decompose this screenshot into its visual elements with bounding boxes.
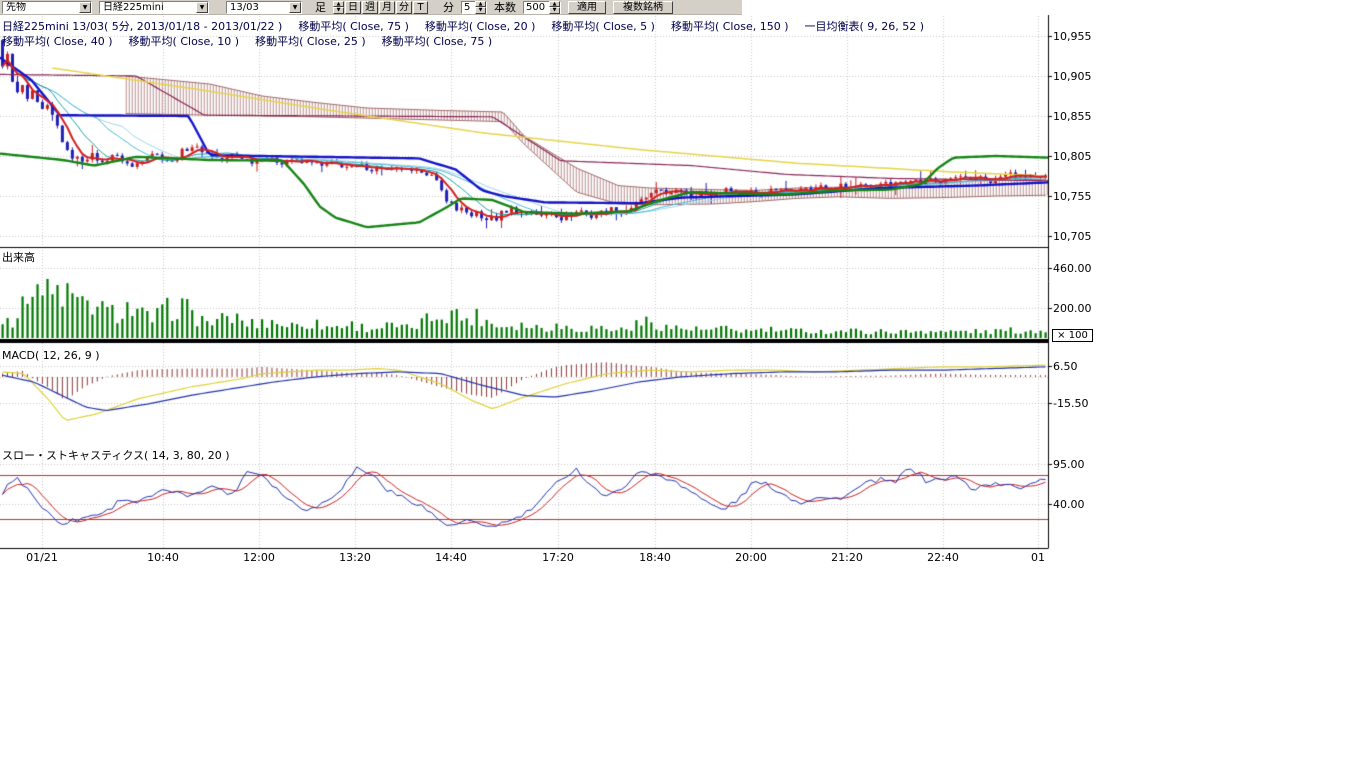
macd-panel-label: MACD( 12, 26, 9 ) <box>2 349 100 362</box>
legend-segment: 日経225mini 13/03( 5分, 2013/01/18 - 2013/0… <box>2 18 282 34</box>
chevron-down-icon[interactable]: ▼ <box>289 2 301 13</box>
legend-segment: 移動平均( Close, 20 ) <box>425 18 536 34</box>
time-axis-label: 01 <box>1031 551 1045 564</box>
macd-axis-label: -15.50 <box>1053 397 1088 410</box>
minute-value: 5 <box>464 2 475 13</box>
legend-segment: 移動平均( Close, 75 ) <box>382 33 493 49</box>
chart-title-line2: 移動平均( Close, 40 ) 移動平均( Close, 10 ) 移動平均( … <box>2 33 492 49</box>
time-axis-label: 17:20 <box>542 551 574 564</box>
volume-multiplier-box: × 100 <box>1052 329 1093 342</box>
period-button-4[interactable]: T <box>413 1 428 14</box>
contract-select[interactable]: 13/03 ▼ <box>226 1 302 14</box>
price-axis-label: 10,705 <box>1053 230 1092 243</box>
volume-axis-label: 200.00 <box>1053 302 1092 315</box>
bars-input[interactable]: 500 ▲▼ <box>523 1 561 14</box>
volume-panel-label: 出来高 <box>2 249 35 265</box>
spin-down-icon[interactable]: ▼ <box>333 7 344 14</box>
legend-segment: 移動平均( Close, 5 ) <box>551 18 655 34</box>
minute-spinner[interactable]: ▲▼ <box>475 1 486 14</box>
period-button-1[interactable]: 週 <box>362 1 378 14</box>
legend-segment: 移動平均( Close, 40 ) <box>2 33 113 49</box>
period-button-2[interactable]: 月 <box>379 1 395 14</box>
price-axis-label: 10,755 <box>1053 190 1092 203</box>
legend-segment: 移動平均( Close, 10 ) <box>129 33 240 49</box>
spin-down-icon[interactable]: ▼ <box>475 7 486 14</box>
minute-input[interactable]: 5 ▲▼ <box>461 1 487 14</box>
time-axis-label: 18:40 <box>639 551 671 564</box>
ashi-label: 足 <box>315 0 326 15</box>
market-select-value: 先物 <box>3 2 79 13</box>
chart-canvas[interactable] <box>0 0 1100 560</box>
apply-button[interactable]: 適用 <box>568 1 606 14</box>
stoch-axis-label: 40.00 <box>1053 498 1085 511</box>
contract-select-value: 13/03 <box>227 2 289 13</box>
symbol-select-value: 日経225mini <box>100 2 196 13</box>
time-axis-label: 21:20 <box>831 551 863 564</box>
period-button-group: ▲▼ 日週月分T <box>333 1 428 14</box>
stoch-axis-label: 95.00 <box>1053 458 1085 471</box>
period-button-0[interactable]: 日 <box>345 1 361 14</box>
bars-label: 本数 <box>494 0 516 15</box>
time-axis-label: 14:40 <box>435 551 467 564</box>
bars-value: 500 <box>526 2 549 13</box>
toolbar: 先物 ▼ 日経225mini ▼ 13/03 ▼ 足 ▲▼ 日週月分T 分 5 … <box>0 0 742 15</box>
legend-segment: 移動平均( Close, 150 ) <box>671 18 789 34</box>
legend-segment: 移動平均( Close, 75 ) <box>298 18 409 34</box>
macd-axis-label: 6.50 <box>1053 360 1078 373</box>
period-spinner[interactable]: ▲▼ <box>333 1 344 14</box>
market-select[interactable]: 先物 ▼ <box>2 1 92 14</box>
time-axis-label: 12:00 <box>243 551 275 564</box>
time-axis-label: 13:20 <box>339 551 371 564</box>
multi-symbol-button[interactable]: 複数銘柄 <box>613 1 673 14</box>
legend-segment: 移動平均( Close, 25 ) <box>255 33 366 49</box>
time-axis-label: 22:40 <box>927 551 959 564</box>
chevron-down-icon[interactable]: ▼ <box>79 2 91 13</box>
legend-segment: 一目均衡表( 9, 26, 52 ) <box>805 18 925 34</box>
chart-title-line1: 日経225mini 13/03( 5分, 2013/01/18 - 2013/0… <box>2 18 924 34</box>
price-axis-label: 10,955 <box>1053 30 1092 43</box>
spin-down-icon[interactable]: ▼ <box>549 7 560 14</box>
symbol-select[interactable]: 日経225mini ▼ <box>99 1 209 14</box>
stoch-panel-label: スロー・ストキャスティクス( 14, 3, 80, 20 ) <box>2 447 230 463</box>
bars-spinner[interactable]: ▲▼ <box>549 1 560 14</box>
time-axis-label: 20:00 <box>735 551 767 564</box>
volume-axis-label: 460.00 <box>1053 262 1092 275</box>
time-axis-label: 01/21 <box>26 551 58 564</box>
price-axis-label: 10,855 <box>1053 110 1092 123</box>
price-axis-label: 10,805 <box>1053 150 1092 163</box>
price-axis-label: 10,905 <box>1053 70 1092 83</box>
chevron-down-icon[interactable]: ▼ <box>196 2 208 13</box>
period-button-3[interactable]: 分 <box>396 1 412 14</box>
period-buttons: 日週月分T <box>345 1 428 14</box>
time-axis-label: 10:40 <box>147 551 179 564</box>
minute-label: 分 <box>443 0 454 15</box>
